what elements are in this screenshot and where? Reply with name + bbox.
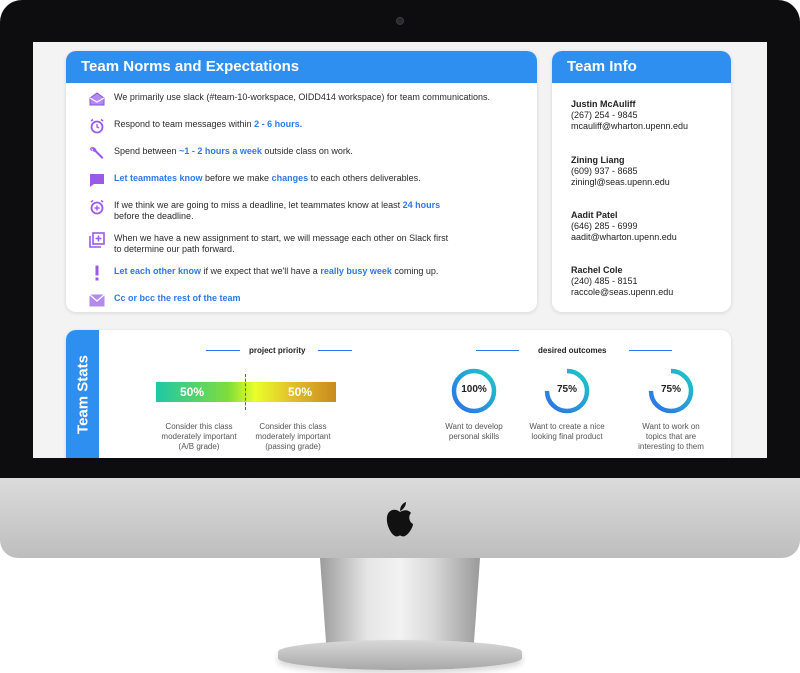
alarm-clock-icon xyxy=(88,118,106,134)
camera-icon xyxy=(396,17,404,25)
priority-right-caption: Consider this class moderately important… xyxy=(255,422,331,451)
chat-bubble-icon xyxy=(88,173,106,187)
outcome-ring: 75% xyxy=(648,368,694,414)
team-stats-label: Team Stats xyxy=(74,355,91,434)
norm-item: Let each other know if we expect that we… xyxy=(88,265,438,281)
wrench-icon xyxy=(88,146,106,160)
desired-outcomes-title: desired outcomes xyxy=(538,346,607,355)
norm-item: Respond to team messages within 2 - 6 ho… xyxy=(88,118,302,134)
envelope-open-icon xyxy=(88,92,106,106)
priority-right-pct: 50% xyxy=(288,385,313,399)
team-stats-tab: Team Stats xyxy=(66,330,99,458)
apple-logo-icon xyxy=(386,502,413,537)
divider xyxy=(629,350,672,351)
team-info-title: Team Info xyxy=(552,51,731,83)
exclamation-icon xyxy=(88,265,106,281)
mail-icon xyxy=(88,293,106,307)
contact-entry: Rachel Cole (240) 485 - 8151 raccole@sea… xyxy=(571,265,673,298)
norm-item: Cc or bcc the rest of the team xyxy=(88,293,241,307)
monitor-stand xyxy=(320,558,480,648)
contact-name: Aadit Patel xyxy=(571,210,618,220)
outcome-ring-value: 75% xyxy=(556,384,577,395)
divider xyxy=(206,350,240,351)
contact-entry: Aadit Patel (646) 285 - 6999 aadit@whart… xyxy=(571,210,677,243)
team-stats-card: Team Stats project priority 50% 50% Cons… xyxy=(66,330,731,458)
priority-left-pct: 50% xyxy=(180,385,205,399)
alarm-add-icon xyxy=(88,199,106,215)
monitor-base xyxy=(278,640,522,670)
outcome-ring-value: 75% xyxy=(660,384,681,395)
priority-left-caption: Consider this class moderately important… xyxy=(161,422,237,451)
team-norms-title: Team Norms and Expectations xyxy=(66,51,537,83)
priority-gradient-bar: 50% 50% xyxy=(156,374,336,410)
contact-name: Zining Liang xyxy=(571,155,625,165)
contact-entry: Zining Liang (609) 937 - 8685 ziningl@se… xyxy=(571,155,670,188)
contact-email[interactable]: ziningl@seas.upenn.edu xyxy=(571,177,670,188)
contact-phone: (267) 254 - 9845 xyxy=(571,110,638,120)
norm-item: Spend between ~1 - 2 hours a week outsid… xyxy=(88,146,353,160)
outcome-caption: Want to develop personal skills xyxy=(445,422,503,441)
norm-item: If we think we are going to miss a deadl… xyxy=(88,199,440,222)
priority-divider xyxy=(245,374,246,410)
outcome-caption: Want to work on topics that are interestin… xyxy=(638,422,704,451)
norm-item: Let teammates know before we make change… xyxy=(88,173,421,187)
norm-item: When we have a new assignment to start, … xyxy=(88,232,448,255)
project-priority-title: project priority xyxy=(249,346,306,355)
contact-phone: (609) 937 - 8685 xyxy=(571,166,638,176)
add-box-icon xyxy=(88,232,106,248)
divider xyxy=(476,350,519,351)
contact-name: Justin McAuliff xyxy=(571,99,636,109)
outcome-ring-value: 100% xyxy=(461,384,487,395)
contact-entry: Justin McAuliff (267) 254 - 9845 mcaulif… xyxy=(571,99,688,132)
contact-email[interactable]: raccole@seas.upenn.edu xyxy=(571,287,673,298)
divider xyxy=(318,350,352,351)
contact-phone: (646) 285 - 6999 xyxy=(571,221,638,231)
contact-name: Rachel Cole xyxy=(571,265,623,275)
contact-email[interactable]: mcauliff@wharton.upenn.edu xyxy=(571,121,688,132)
contact-email[interactable]: aadit@wharton.upenn.edu xyxy=(571,232,677,243)
team-info-card: Team Info Justin McAuliff (267) 254 - 98… xyxy=(552,51,731,312)
outcome-ring: 75% xyxy=(544,368,590,414)
outcome-ring: 100% xyxy=(451,368,497,414)
norm-item: We primarily use slack (#team-10-workspa… xyxy=(88,92,490,106)
contact-phone: (240) 485 - 8151 xyxy=(571,276,638,286)
monitor-bezel: Team Norms and Expectations We primarily… xyxy=(0,0,800,478)
screen: Team Norms and Expectations We primarily… xyxy=(33,42,767,458)
outcome-caption: Want to create a nice looking final produ… xyxy=(529,422,605,441)
team-norms-card: Team Norms and Expectations We primarily… xyxy=(66,51,537,312)
